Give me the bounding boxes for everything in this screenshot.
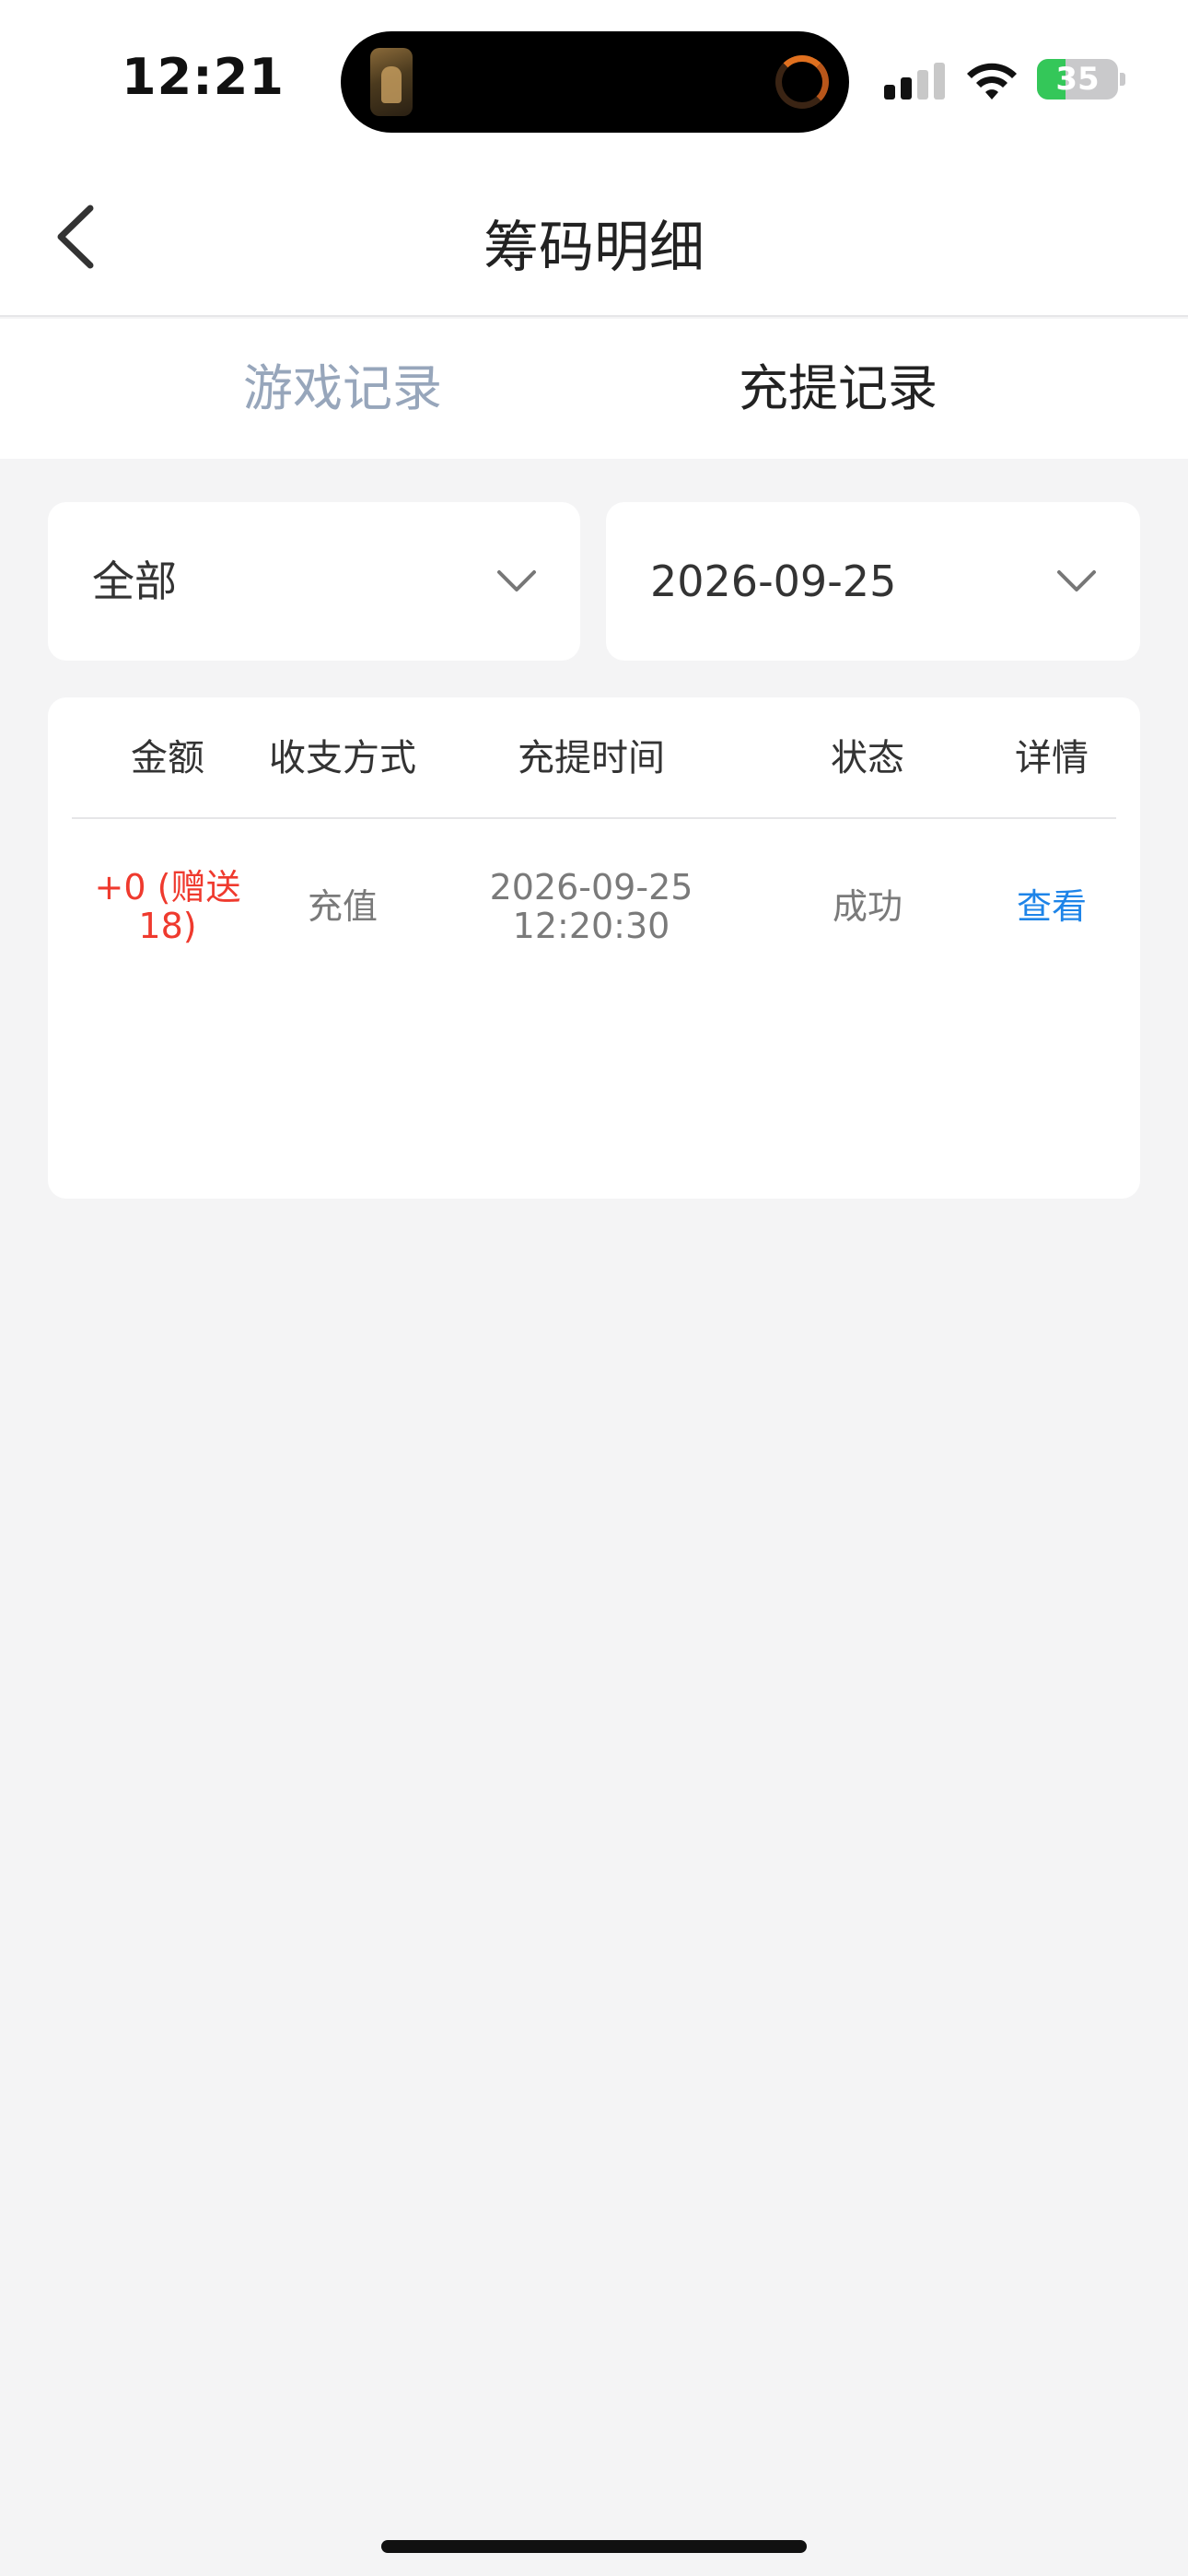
view-detail-link[interactable]: 查看: [987, 819, 1116, 994]
table-header: 金额 收支方式 充提时间 状态 详情: [48, 697, 1140, 819]
header-amount: 金额: [131, 737, 204, 779]
record-tabs: 游戏记录 充提记录: [0, 319, 1188, 459]
wifi-icon: [963, 57, 1020, 101]
header-detail: 详情: [1015, 737, 1089, 779]
row-amount: +0 (赠送 18): [85, 819, 250, 994]
type-filter-dropdown[interactable]: 全部: [48, 502, 580, 661]
type-filter-value: 全部: [92, 556, 177, 606]
status-time: 12:21: [122, 48, 285, 106]
home-indicator[interactable]: [381, 2540, 807, 2553]
row-amount-line2: 18): [138, 906, 197, 946]
header-method: 收支方式: [269, 737, 416, 779]
row-time: 2026-09-25 12:20:30: [453, 819, 729, 994]
row-status: 成功: [832, 886, 903, 927]
header-status: 状态: [831, 737, 904, 779]
activity-ring-icon: [775, 55, 829, 109]
signal-icon: [884, 63, 945, 100]
table-row: +0 (赠送 18) 充值 2026-09-25 12:20:30 成功 查看: [48, 819, 1140, 994]
date-filter-value: 2026-09-25: [650, 556, 897, 606]
battery-percent: 35: [1055, 61, 1100, 98]
dynamic-island[interactable]: [341, 31, 849, 133]
row-amount-line1: +0 (赠送: [94, 867, 241, 907]
row-date: 2026-09-25: [489, 867, 693, 907]
tab-recharge-records[interactable]: 充提记录: [543, 319, 1133, 459]
status-bar: 12:21 35: [0, 0, 1188, 158]
now-playing-thumbnail: [370, 48, 413, 116]
chevron-down-icon: [497, 570, 536, 591]
chevron-down-icon: [1057, 570, 1096, 591]
screen: 12:21 35 筹码明细 游戏记录 充提记录 全部 2026-09-25 金额…: [0, 0, 1188, 2576]
records-table: 金额 收支方式 充提时间 状态 详情 +0 (赠送 18) 充值 2026-09…: [48, 697, 1140, 1199]
nav-bar: 筹码明细: [0, 158, 1188, 317]
date-filter-dropdown[interactable]: 2026-09-25: [606, 502, 1140, 661]
row-clock-time: 12:20:30: [512, 906, 670, 946]
header-time: 充提时间: [518, 737, 665, 779]
battery-charging-icon: 35: [1037, 59, 1125, 100]
page-title: 筹码明细: [483, 216, 705, 280]
row-method: 充值: [307, 886, 378, 927]
